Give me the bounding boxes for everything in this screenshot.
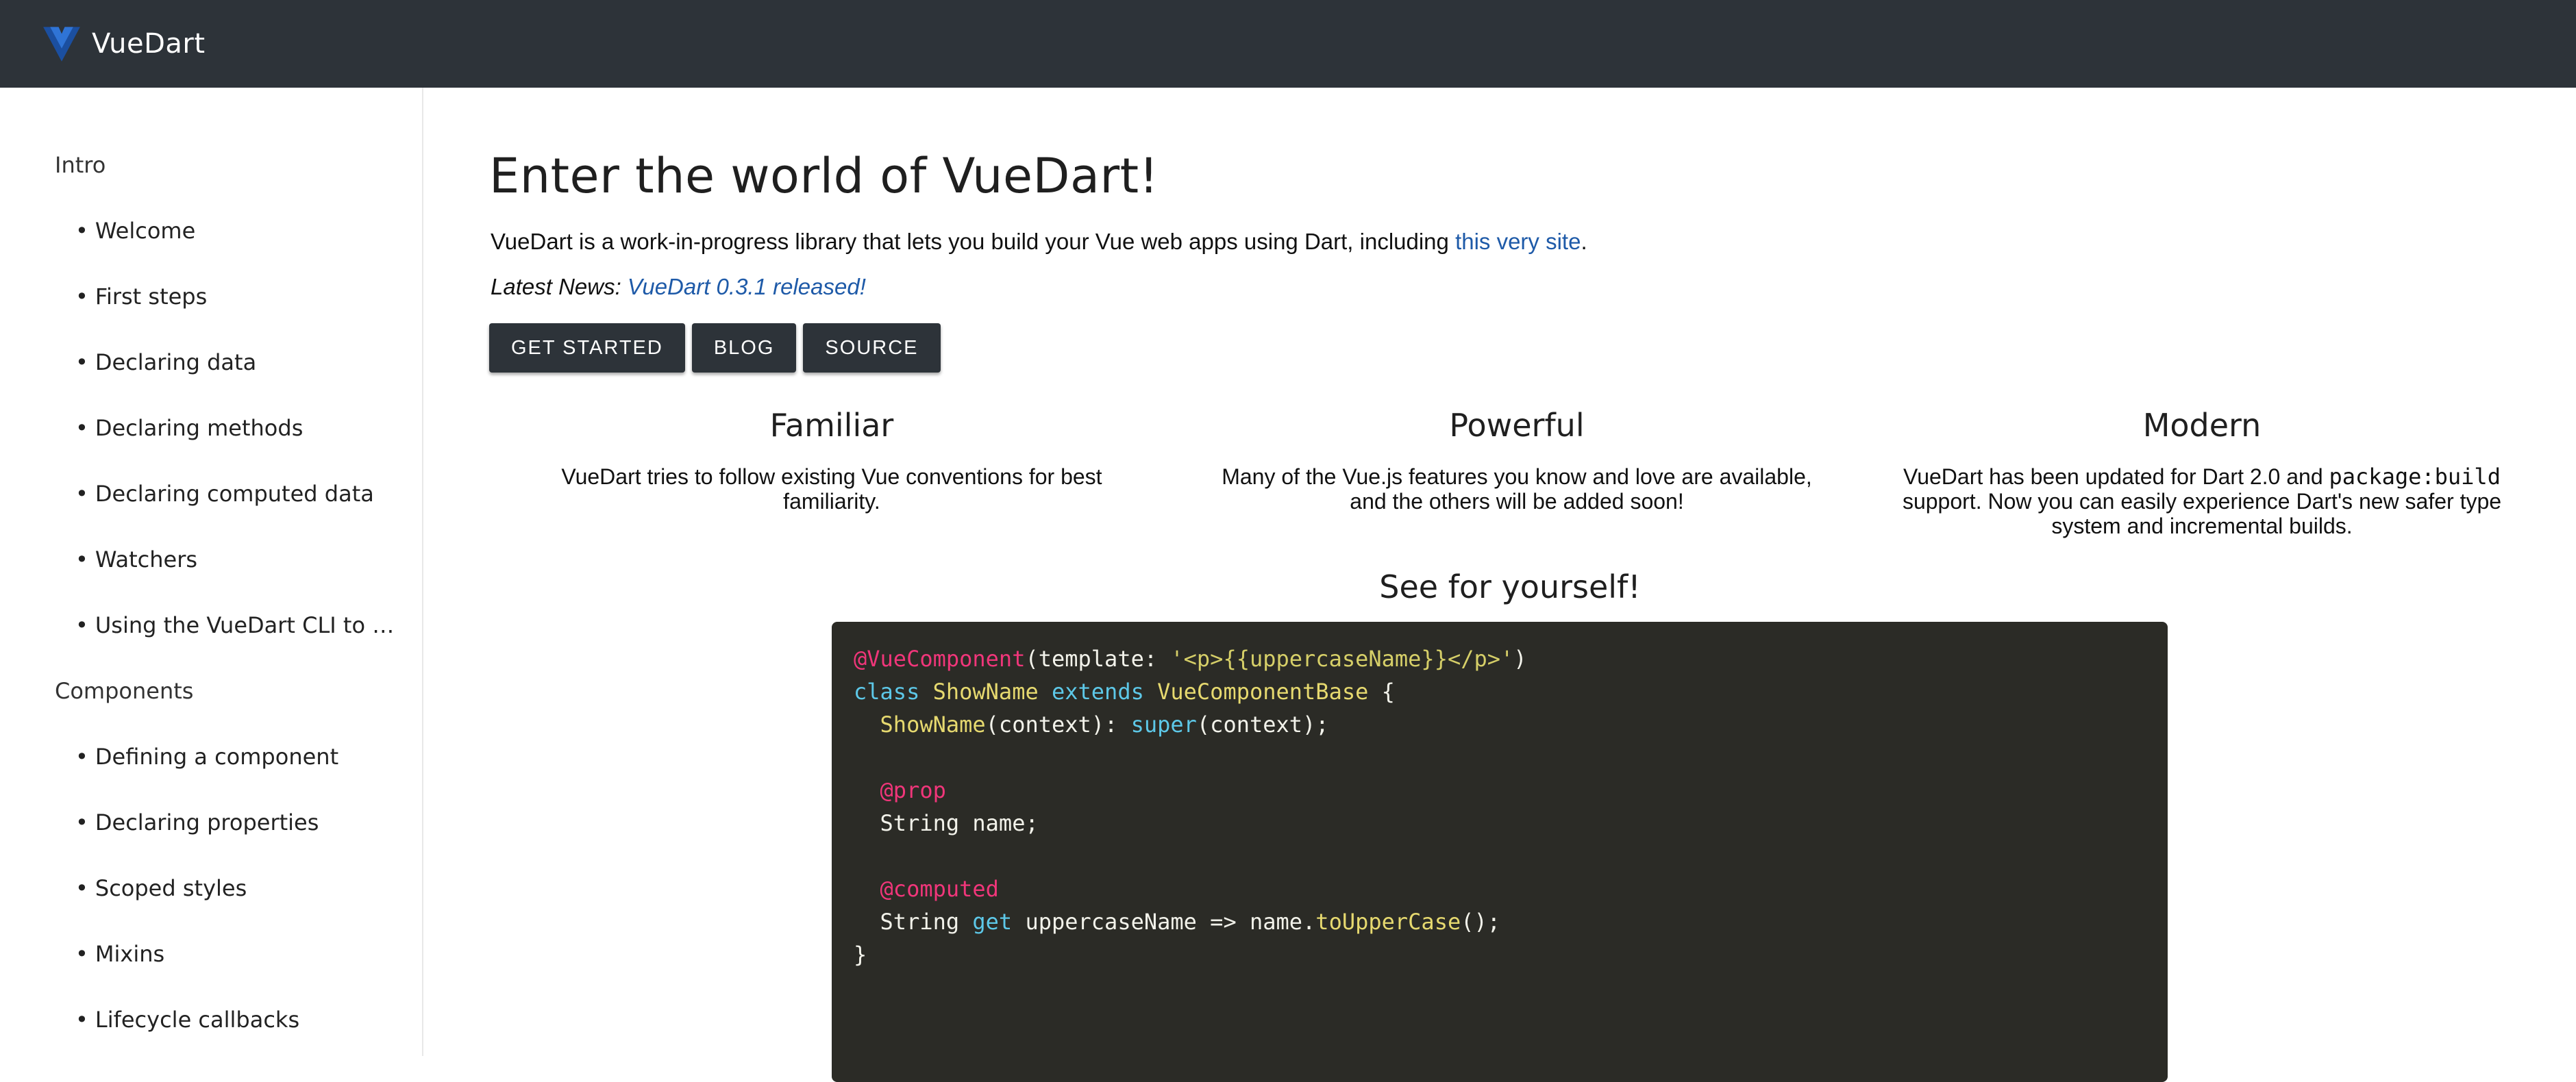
intro-text-end: .: [1581, 229, 1587, 254]
feature-text: Many of the Vue.js features you know and…: [1222, 464, 1812, 514]
top-app-bar: VueDart: [0, 0, 2576, 88]
package-build-code: package:build: [2329, 464, 2501, 490]
code-token: VueComponentBase: [1157, 679, 1369, 705]
brand-name[interactable]: VueDart: [92, 28, 206, 60]
code-token: class: [854, 679, 933, 705]
feature-text: VueDart tries to follow existing Vue con…: [561, 464, 1102, 514]
main-content: Enter the world of VueDart! VueDart is a…: [425, 88, 2576, 1082]
action-buttons: GET STARTED BLOG SOURCE: [489, 323, 941, 373]
code-line: class ShowName extends VueComponentBase …: [854, 675, 2146, 708]
code-line: }: [854, 938, 2146, 971]
code-token: (context);: [1196, 712, 1329, 738]
feature-title: Familiar: [769, 407, 894, 444]
sidebar-item[interactable]: Defining a component: [0, 737, 397, 803]
sidebar-item[interactable]: Lifecycle callbacks: [0, 1000, 397, 1056]
sidebar-section-title[interactable]: Intro: [0, 145, 422, 211]
code-token: toUpperCase: [1315, 909, 1461, 935]
page-title: Enter the world of VueDart!: [489, 148, 1159, 204]
code-token: String name;: [854, 810, 1039, 836]
code-token: ): [1513, 646, 1527, 672]
code-token: ();: [1461, 909, 1501, 935]
code-token: (context):: [985, 712, 1131, 738]
sidebar-nav: IntroWelcomeFirst stepsDeclaring dataDec…: [0, 88, 423, 1056]
feature-columns: Familiar VueDart tries to follow existin…: [489, 407, 2544, 538]
code-token: extends: [1051, 679, 1158, 705]
blog-button[interactable]: BLOG: [691, 323, 797, 373]
sidebar-item[interactable]: Declaring data: [0, 342, 397, 408]
code-token: ShowName: [880, 712, 986, 738]
code-line: String get uppercaseName => name.toUpper…: [854, 905, 2146, 938]
code-token: (template:: [1025, 646, 1171, 672]
code-line: @prop: [854, 774, 2146, 807]
source-button[interactable]: SOURCE: [803, 323, 941, 373]
sidebar-item[interactable]: Scoped styles: [0, 868, 397, 934]
code-token: @prop: [880, 777, 946, 803]
this-very-site-link[interactable]: this very site: [1455, 229, 1581, 254]
code-line: String name;: [854, 807, 2146, 840]
latest-news: Latest News: VueDart 0.3.1 released!: [491, 274, 866, 300]
intro-text: VueDart is a work-in-progress library th…: [491, 229, 1587, 255]
feature-text-after: support. Now you can easily experience D…: [1902, 489, 2502, 538]
vuedart-logo-icon[interactable]: [42, 25, 81, 63]
code-line: @computed: [854, 872, 2146, 905]
feature-text: VueDart has been updated for Dart 2.0 an…: [1894, 464, 2510, 538]
code-sample: @VueComponent(template: '<p>{{uppercaseN…: [832, 622, 2168, 1082]
feature-familiar: Familiar VueDart tries to follow existin…: [489, 407, 1174, 538]
get-started-button[interactable]: GET STARTED: [489, 323, 685, 373]
code-token: @computed: [880, 876, 999, 902]
sidebar-item[interactable]: Watchers: [0, 540, 397, 605]
code-token: {: [1368, 679, 1395, 705]
code-token: super: [1130, 712, 1197, 738]
code-token: get: [972, 909, 1013, 935]
sidebar-item[interactable]: Declaring properties: [0, 803, 397, 868]
code-token: String: [854, 909, 973, 935]
feature-powerful: Powerful Many of the Vue.js features you…: [1174, 407, 1859, 538]
see-for-yourself-text: See for yourself!: [1379, 568, 1641, 605]
feature-text-before: VueDart has been updated for Dart 2.0 an…: [1903, 464, 2329, 489]
sidebar-item[interactable]: Declaring computed data: [0, 474, 397, 540]
see-for-yourself-heading: See for yourself!: [425, 568, 2576, 605]
code-line: @VueComponent(template: '<p>{{uppercaseN…: [854, 642, 2146, 675]
sidebar-item[interactable]: Welcome: [0, 211, 397, 277]
latest-news-label: Latest News:: [491, 274, 628, 299]
intro-text-body: VueDart is a work-in-progress library th…: [491, 229, 1456, 254]
sidebar-section-title[interactable]: Components: [0, 671, 422, 737]
feature-title: Modern: [2142, 407, 2262, 444]
code-token: @VueComponent: [854, 646, 1026, 672]
code-token: '<p>{{uppercaseName}}</p>': [1170, 646, 1514, 672]
sidebar-item[interactable]: Using the VueDart CLI to create a projec…: [0, 605, 397, 671]
sidebar-item[interactable]: Declaring methods: [0, 408, 397, 474]
sidebar-item[interactable]: Mixins: [0, 934, 397, 1000]
code-token: uppercaseName => name.: [1012, 909, 1316, 935]
code-token: }: [854, 942, 867, 968]
code-line: ShowName(context): super(context);: [854, 708, 2146, 741]
feature-modern: Modern VueDart has been updated for Dart…: [1859, 407, 2544, 538]
sidebar-item[interactable]: First steps: [0, 277, 397, 342]
feature-title: Powerful: [1449, 407, 1585, 444]
code-token: ShowName: [932, 679, 1052, 705]
latest-news-link[interactable]: VueDart 0.3.1 released!: [628, 274, 866, 299]
